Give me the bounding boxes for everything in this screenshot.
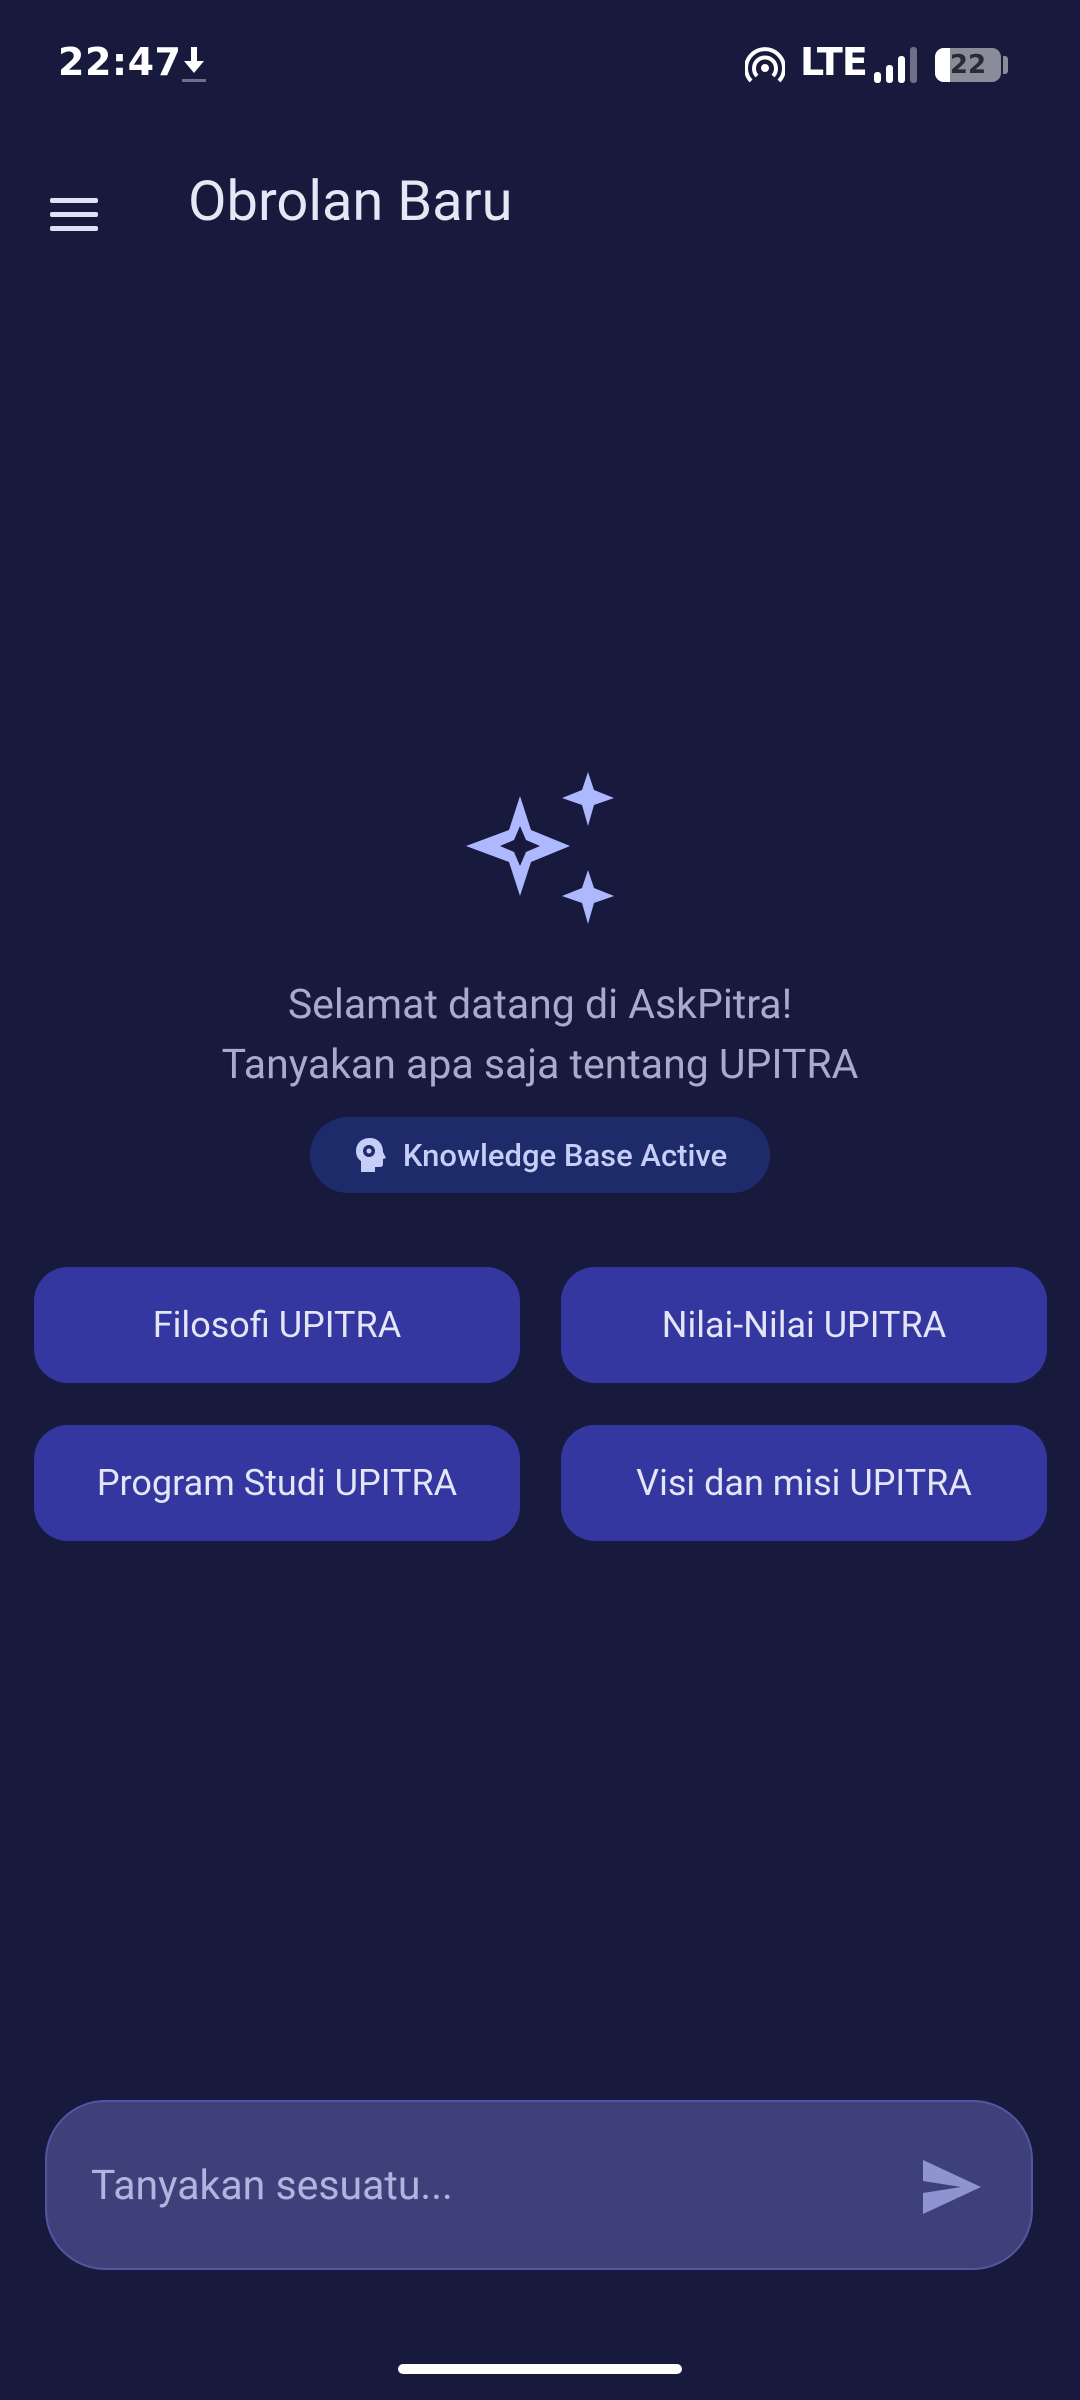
welcome-line-2: Tanyakan apa saja tentang UPITRA	[221, 1041, 859, 1089]
page-title: Obrolan Baru	[188, 168, 513, 234]
hamburger-menu-icon[interactable]	[30, 170, 120, 260]
knowledge-base-badge: Knowledge Base Active	[310, 1117, 770, 1193]
message-input[interactable]	[89, 2102, 913, 2270]
home-indicator[interactable]	[398, 2364, 682, 2374]
sparkle-icon	[466, 772, 614, 924]
suggestion-chip-nilai[interactable]: Nilai-Nilai UPITRA	[561, 1267, 1047, 1383]
suggestion-chip-visi-misi[interactable]: Visi dan misi UPITRA	[561, 1425, 1047, 1541]
download-icon	[182, 47, 206, 82]
battery-percent: 22	[949, 50, 987, 80]
welcome-message: Selamat datang di AskPitra! Tanyakan apa…	[0, 975, 1080, 1095]
signal-icon	[874, 47, 917, 83]
send-icon[interactable]	[917, 2152, 987, 2222]
welcome-line-1: Selamat datang di AskPitra!	[287, 981, 793, 1029]
suggestion-chip-program-studi[interactable]: Program Studi UPITRA	[34, 1425, 520, 1541]
status-bar: 22:47 LTE 22	[0, 0, 1080, 130]
knowledge-base-label: Knowledge Base Active	[402, 1136, 728, 1174]
battery-tip	[1003, 56, 1008, 74]
hotspot-icon	[745, 47, 785, 83]
brain-icon	[355, 1138, 386, 1172]
message-input-bar	[45, 2100, 1033, 2270]
suggestion-chip-filosofi[interactable]: Filosofi UPITRA	[34, 1267, 520, 1383]
app-bar: Obrolan Baru	[0, 130, 1080, 280]
status-time: 22:47	[58, 40, 182, 84]
network-type: LTE	[800, 40, 868, 84]
battery-icon: 22	[935, 48, 1001, 82]
